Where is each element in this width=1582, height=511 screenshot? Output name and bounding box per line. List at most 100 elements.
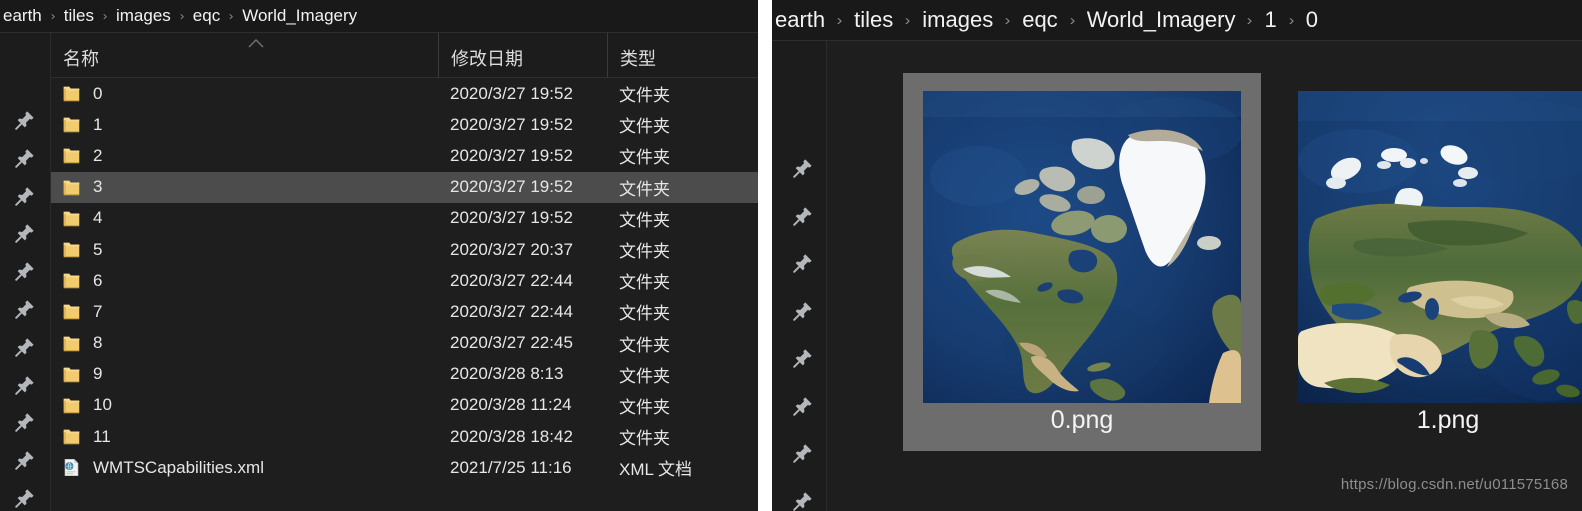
pin-icon[interactable] <box>792 205 814 227</box>
breadcrumb-item-tiles[interactable]: tiles <box>851 7 896 33</box>
cell-date-modified: 2020/3/27 19:52 <box>450 177 573 197</box>
right-address-bar[interactable]: earth › tiles › images › eqc › World_Imagery › 1 › 0 <box>772 0 1582 41</box>
table-row[interactable]: 11 2020/3/28 18:42 文件夹 <box>51 421 758 452</box>
table-row[interactable]: 7 2020/3/27 22:44 文件夹 <box>51 296 758 327</box>
pin-icon[interactable] <box>14 260 36 282</box>
breadcrumb-item-tiles[interactable]: tiles <box>61 6 97 26</box>
thumbnail-label-1: 1.png <box>1416 406 1480 434</box>
cell-name: WMTSCapabilities.xml <box>51 458 438 478</box>
table-row[interactable]: 5 2020/3/27 20:37 文件夹 <box>51 234 758 265</box>
cell-date-modified: 2020/3/27 20:37 <box>450 239 573 259</box>
table-row[interactable]: 3 2020/3/27 19:52 文件夹 <box>51 171 758 203</box>
cell-date-modified: 2020/3/28 8:13 <box>450 364 564 384</box>
file-list[interactable]: 0 2020/3/27 19:52 文件夹 1 2020/3/27 19:52 文件夹 2 2… <box>51 78 758 511</box>
file-name-label: 7 <box>93 301 103 321</box>
pin-icon[interactable] <box>14 411 36 433</box>
cell-type: 文件夹 <box>619 429 670 449</box>
breadcrumb-separator: › <box>1069 11 1076 29</box>
cell-name: 0 <box>51 84 438 104</box>
folder-icon <box>62 146 81 165</box>
thumbnail-item-0[interactable]: 0.png <box>903 73 1261 451</box>
pin-icon[interactable] <box>792 300 814 322</box>
column-header-type-label: 类型 <box>620 49 656 69</box>
breadcrumb-item-1[interactable]: 1 <box>1261 7 1279 33</box>
pin-icon[interactable] <box>792 252 814 274</box>
pin-icon[interactable] <box>792 490 814 511</box>
file-name-label: 4 <box>93 208 103 228</box>
cell-date-modified: 2020/3/27 19:52 <box>450 145 573 165</box>
pin-icon[interactable] <box>14 449 36 471</box>
table-row[interactable]: 9 2020/3/28 8:13 文件夹 <box>51 359 758 390</box>
breadcrumb-separator: › <box>836 11 843 29</box>
file-name-label: 8 <box>93 333 103 353</box>
window-separator-gap <box>758 0 772 511</box>
cell-date-modified: 2021/7/25 11:16 <box>450 457 572 477</box>
pin-icon[interactable] <box>14 374 36 396</box>
breadcrumb-item-images[interactable]: images <box>113 6 174 26</box>
cell-type: 文件夹 <box>619 148 670 168</box>
table-row[interactable]: 10 2020/3/28 11:24 文件夹 <box>51 390 758 421</box>
cell-type: 文件夹 <box>619 117 670 137</box>
breadcrumb-separator: › <box>179 9 185 23</box>
breadcrumb-item-eqc[interactable]: eqc <box>190 6 223 26</box>
breadcrumb-item-images[interactable]: images <box>919 7 996 33</box>
folder-icon <box>62 115 81 134</box>
breadcrumb-item-0[interactable]: 0 <box>1303 7 1321 33</box>
pin-icon[interactable] <box>14 336 36 358</box>
cell-type: 文件夹 <box>619 397 670 417</box>
pin-icon[interactable] <box>14 185 36 207</box>
breadcrumb-item-earth[interactable]: earth <box>772 7 828 33</box>
pin-icon[interactable] <box>792 395 814 417</box>
table-row[interactable]: 0 2020/3/27 19:52 文件夹 <box>51 78 758 109</box>
breadcrumb-separator: › <box>1247 11 1253 29</box>
pin-icon[interactable] <box>14 109 36 131</box>
cell-type: 文件夹 <box>619 273 670 293</box>
breadcrumb-separator: › <box>1004 11 1011 29</box>
thumbnail-image-1 <box>1298 91 1582 403</box>
cell-type: 文件夹 <box>619 210 670 230</box>
folder-icon <box>62 271 81 290</box>
right-navigation-pane[interactable] <box>772 41 826 511</box>
table-row[interactable]: 2 2020/3/27 19:52 文件夹 <box>51 140 758 171</box>
column-header-date-modified[interactable]: 修改日期 <box>438 33 607 78</box>
breadcrumb-item-eqc[interactable]: eqc <box>1019 7 1060 33</box>
file-name-label: 5 <box>93 239 103 259</box>
file-name-label: 6 <box>93 270 103 290</box>
pin-icon[interactable] <box>14 487 36 509</box>
table-row[interactable]: WMTSCapabilities.xml 2021/7/25 11:16 XML 文… <box>51 452 758 483</box>
file-name-label: WMTSCapabilities.xml <box>93 457 264 477</box>
pin-icon[interactable] <box>792 442 814 464</box>
cell-name: 1 <box>51 115 438 135</box>
pin-icon[interactable] <box>14 147 36 169</box>
cell-name: 7 <box>51 302 438 322</box>
left-address-bar[interactable]: earth › tiles › images › eqc › World_Imagery <box>0 0 758 33</box>
folder-icon <box>62 209 81 228</box>
column-header-type[interactable]: 类型 <box>607 33 757 78</box>
breadcrumb-separator: › <box>50 9 56 23</box>
cell-name: 6 <box>51 271 438 291</box>
pin-icon[interactable] <box>14 298 36 320</box>
column-header-name[interactable]: 名称 <box>51 33 438 78</box>
breadcrumb-item-earth[interactable]: earth <box>0 6 45 26</box>
table-row[interactable]: 4 2020/3/27 19:52 文件夹 <box>51 203 758 234</box>
column-header-name-label: 名称 <box>63 49 99 69</box>
cell-name: 5 <box>51 240 438 260</box>
breadcrumb-item-world_imagery[interactable]: World_Imagery <box>1084 7 1239 33</box>
folder-icon <box>62 365 81 384</box>
cell-type: 文件夹 <box>619 366 670 386</box>
left-navigation-pane[interactable] <box>0 33 50 511</box>
pin-icon[interactable] <box>14 222 36 244</box>
column-header-date-label: 修改日期 <box>451 49 523 69</box>
pin-icon[interactable] <box>792 347 814 369</box>
thumbnail-grid[interactable]: 0.png 1.png https://blog.csdn.net/u01157… <box>827 41 1582 511</box>
breadcrumb-separator: › <box>904 11 911 29</box>
table-row[interactable]: 8 2020/3/27 22:45 文件夹 <box>51 328 758 359</box>
table-row[interactable]: 1 2020/3/27 19:52 文件夹 <box>51 109 758 140</box>
folder-icon <box>62 396 81 415</box>
cell-name: 2 <box>51 146 438 166</box>
pin-icon[interactable] <box>792 157 814 179</box>
breadcrumb-item-world_imagery[interactable]: World_Imagery <box>239 6 360 26</box>
cell-name: 3 <box>51 177 438 197</box>
table-row[interactable]: 6 2020/3/27 22:44 文件夹 <box>51 265 758 296</box>
thumbnail-item-1[interactable]: 1.png <box>1283 73 1582 451</box>
